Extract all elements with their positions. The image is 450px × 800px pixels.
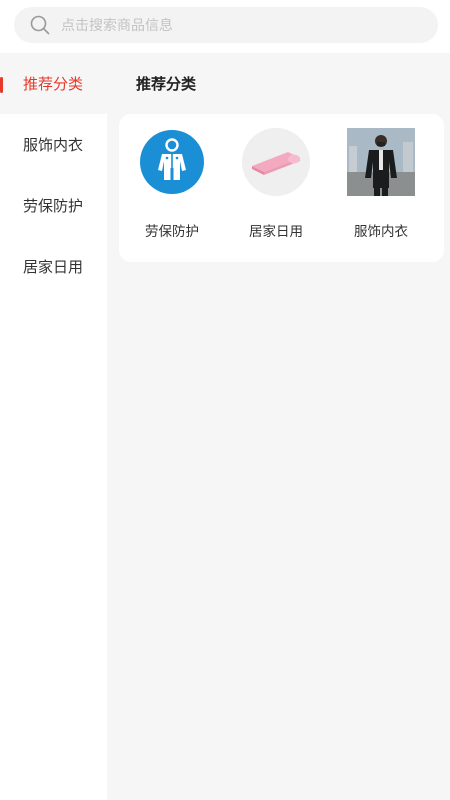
active-indicator bbox=[0, 77, 3, 93]
jacket-photo bbox=[347, 128, 415, 196]
section-title: 推荐分类 bbox=[136, 75, 197, 93]
sidebar-item-label: 服饰内衣 bbox=[23, 136, 84, 154]
search-header: 点击搜索商品信息 bbox=[0, 0, 450, 53]
category-label: 劳保防护 bbox=[145, 224, 199, 240]
category-label: 服饰内衣 bbox=[354, 224, 408, 240]
sidebar-item-label: 推荐分类 bbox=[23, 75, 84, 93]
category-sidebar: 推荐分类 服饰内衣 劳保防护 居家日用 bbox=[0, 53, 107, 800]
search-icon bbox=[29, 14, 51, 36]
category-item-apparel[interactable]: 服饰内衣 bbox=[336, 128, 426, 248]
yoga-mat-icon bbox=[242, 128, 310, 196]
search-placeholder: 点击搜索商品信息 bbox=[61, 18, 173, 34]
category-item-household[interactable]: 居家日用 bbox=[231, 128, 321, 248]
content-area: 推荐分类 服饰内衣 劳保防护 居家日用 推荐分类 劳保防护 居家日用 服饰内衣 bbox=[0, 53, 450, 800]
sidebar-item-label: 劳保防护 bbox=[23, 197, 84, 215]
sidebar-item-recommended[interactable]: 推荐分类 bbox=[0, 53, 107, 114]
category-label: 居家日用 bbox=[249, 224, 303, 240]
sidebar-item-protective[interactable]: 劳保防护 bbox=[0, 175, 107, 236]
search-bar[interactable]: 点击搜索商品信息 bbox=[14, 7, 438, 43]
protective-suit-icon bbox=[138, 128, 206, 196]
category-card: 劳保防护 居家日用 服饰内衣 bbox=[119, 114, 444, 262]
sidebar-item-household[interactable]: 居家日用 bbox=[0, 236, 107, 297]
category-item-protective[interactable]: 劳保防护 bbox=[127, 128, 217, 248]
sidebar-item-label: 居家日用 bbox=[23, 258, 84, 276]
sidebar-item-apparel[interactable]: 服饰内衣 bbox=[0, 114, 107, 175]
category-main: 推荐分类 劳保防护 居家日用 服饰内衣 bbox=[107, 53, 450, 800]
